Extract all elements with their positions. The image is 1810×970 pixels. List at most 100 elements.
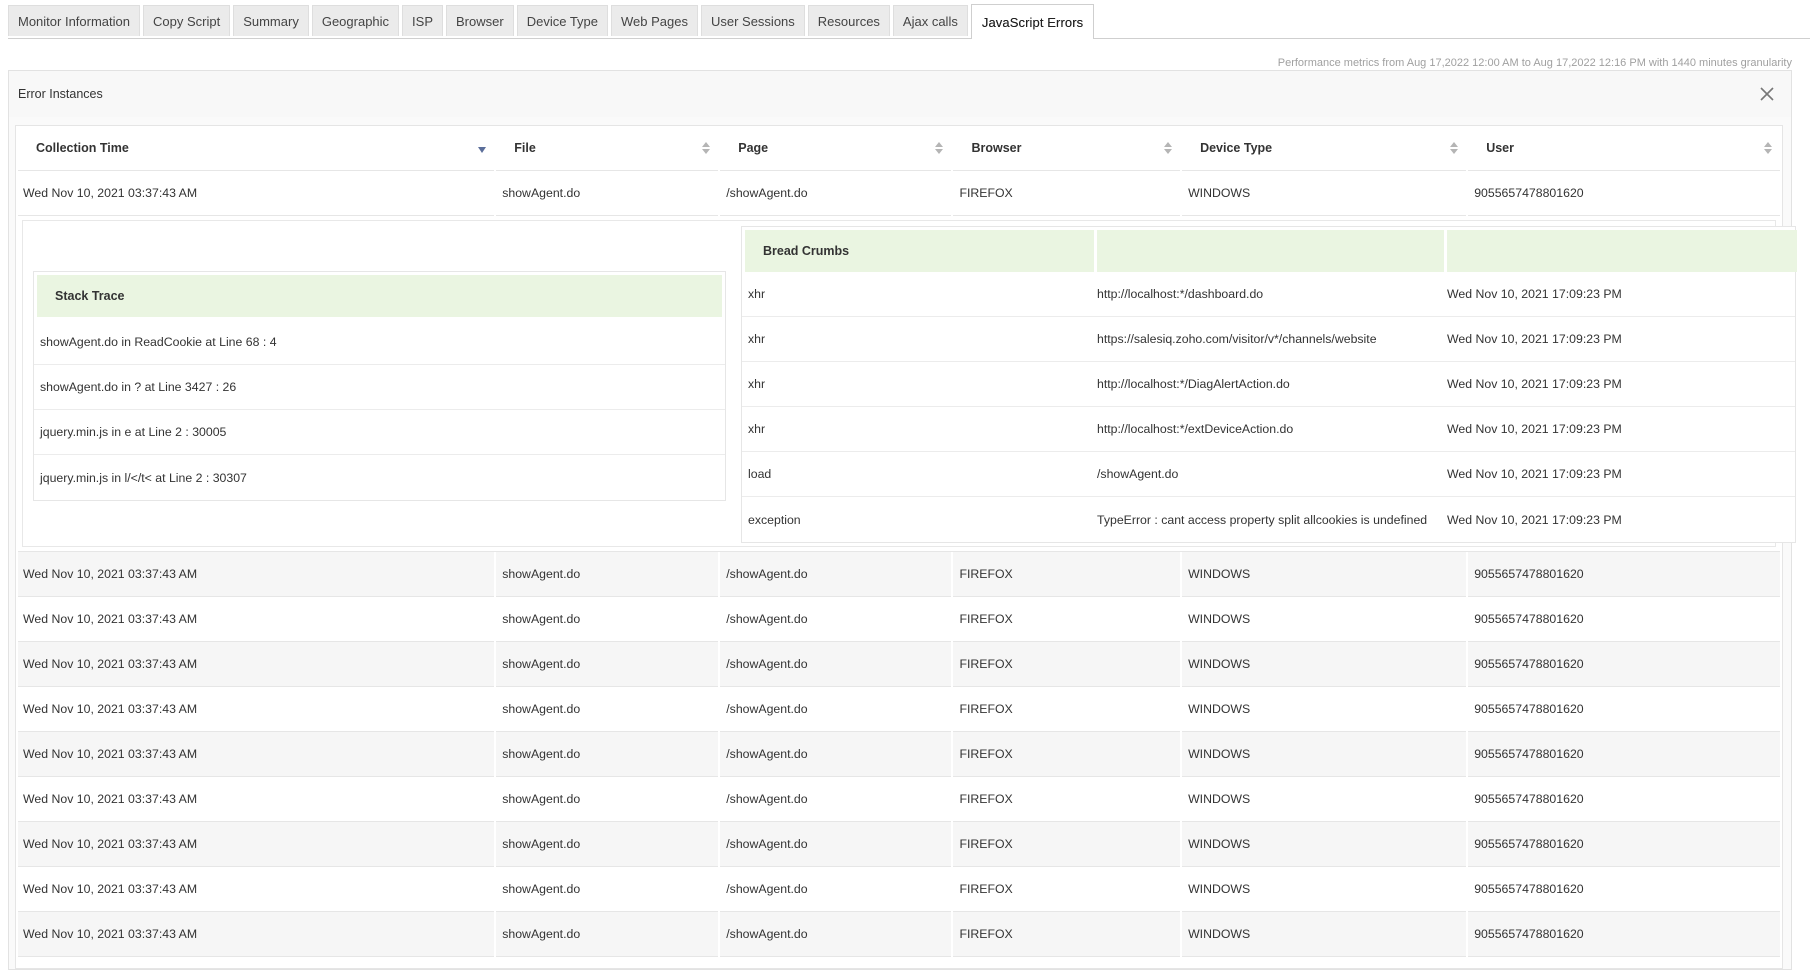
sort-descending-icon[interactable] (478, 142, 487, 154)
close-icon[interactable] (1755, 82, 1779, 106)
cell-user: 9055657478801620 (1468, 552, 1780, 597)
bread-crumb-detail: http://localhost:*/DiagAlertAction.do (1097, 377, 1290, 391)
bread-crumb-detail: /showAgent.do (1097, 467, 1179, 481)
tab-device-type[interactable]: Device Type (516, 5, 608, 36)
cell-file: showAgent.do (496, 687, 719, 732)
cell-browser: FIREFOX (953, 732, 1181, 777)
cell-user: 9055657478801620 (1468, 912, 1780, 957)
cell-user: 9055657478801620 (1468, 171, 1780, 216)
tab-label: Copy Script (153, 13, 221, 29)
column-header-page[interactable]: Page (720, 126, 952, 171)
stack-trace-section: Stack Trace showAgent.do in ReadCookie at… (33, 271, 726, 501)
bread-crumb-time: Wed Nov 10, 2021 17:09:23 PM (1447, 422, 1622, 436)
cell-collection-time: Wed Nov 10, 2021 03:37:43 AM (18, 732, 495, 777)
tab-label: Summary (243, 13, 299, 29)
performance-metrics-note: Performance metrics from Aug 17,2022 12:… (1277, 57, 1792, 69)
bread-crumb-type: xhr (748, 287, 766, 301)
column-header-label: Browser (971, 141, 1022, 155)
stack-trace-line: jquery.min.js in e at Line 2 : 30005 (34, 410, 725, 455)
cell-file: showAgent.do (496, 822, 719, 867)
tab-geographic[interactable]: Geographic (311, 5, 400, 36)
tab-label: Web Pages (621, 13, 688, 29)
bread-crumb-time: Wed Nov 10, 2021 17:09:23 PM (1447, 467, 1622, 481)
bread-crumb-row: xhr http://localhost:*/dashboard.do Wed No… (742, 272, 1795, 317)
sort-icon[interactable] (1164, 142, 1173, 154)
cell-file: showAgent.do (496, 867, 719, 912)
cell-user: 9055657478801620 (1468, 642, 1780, 687)
bread-crumb-time: Wed Nov 10, 2021 17:09:23 PM (1447, 512, 1622, 527)
cell-page: /showAgent.do (720, 822, 952, 867)
table-row-expanded[interactable]: Wed Nov 10, 2021 03:37:43 AM showAgent.do… (18, 171, 1780, 216)
table-row[interactable]: Wed Nov 10, 2021 03:37:43 AM showAgent.do… (18, 912, 1780, 957)
cell-browser: FIREFOX (953, 867, 1181, 912)
tab-label: Ajax calls (902, 13, 958, 29)
sort-icon[interactable] (935, 142, 944, 154)
tab-copy-script[interactable]: Copy Script (143, 5, 231, 36)
tab-label: JavaScript Errors (981, 14, 1084, 30)
table-row[interactable]: Wed Nov 10, 2021 03:37:43 AM showAgent.do… (18, 552, 1780, 597)
tab-user-sessions[interactable]: User Sessions (700, 5, 805, 36)
panel-title: Error Instances (18, 87, 103, 101)
tab-summary[interactable]: Summary (233, 5, 309, 36)
bread-crumb-time: Wed Nov 10, 2021 17:09:23 PM (1447, 377, 1622, 391)
column-header-label: Device Type (1200, 141, 1273, 155)
bread-crumbs-header-blank (1447, 230, 1797, 272)
tab-label: Monitor Information (18, 13, 130, 29)
cell-browser: FIREFOX (953, 552, 1181, 597)
tab-label: User Sessions (710, 13, 795, 29)
cell-page: /showAgent.do (720, 912, 952, 957)
error-detail-cell: Stack Trace showAgent.do in ReadCookie at… (18, 216, 1797, 552)
bread-crumb-type: xhr (748, 332, 766, 346)
sort-icon[interactable] (702, 142, 711, 154)
table-row[interactable]: Wed Nov 10, 2021 03:37:43 AM showAgent.do… (18, 597, 1780, 642)
table-row[interactable]: Wed Nov 10, 2021 03:37:43 AM showAgent.do… (18, 642, 1780, 687)
column-header-file[interactable]: File (496, 126, 719, 171)
tab-browser[interactable]: Browser (446, 5, 514, 36)
column-header-device-type[interactable]: Device Type (1182, 126, 1467, 171)
cell-page: /showAgent.do (720, 552, 952, 597)
bread-crumb-detail: TypeError : cant access property split a… (1097, 512, 1428, 527)
error-instances-panel: Error Instances Collection Time File Page B… (8, 70, 1797, 970)
cell-page: /showAgent.do (720, 777, 952, 822)
column-header-collection-time[interactable]: Collection Time (18, 126, 495, 171)
tab-web-pages[interactable]: Web Pages (611, 5, 698, 36)
stack-trace-header: Stack Trace (37, 275, 722, 317)
cell-device-type: WINDOWS (1182, 687, 1467, 732)
error-detail-row: Stack Trace showAgent.do in ReadCookie at… (18, 216, 1797, 552)
stack-trace-line: showAgent.do in ReadCookie at Line 68 : … (34, 320, 725, 365)
table-row[interactable]: Wed Nov 10, 2021 03:37:43 AM showAgent.do… (18, 687, 1780, 732)
cell-collection-time: Wed Nov 10, 2021 03:37:43 AM (18, 171, 495, 216)
table-row[interactable]: Wed Nov 10, 2021 03:37:43 AM showAgent.do… (18, 732, 1780, 777)
bread-crumb-row: xhr https://salesiq.zoho.com/visitor/v*/c… (742, 317, 1795, 362)
bread-crumb-row: exception TypeError : cant access propert… (742, 497, 1795, 542)
column-header-browser[interactable]: Browser (953, 126, 1181, 171)
sort-icon[interactable] (1450, 142, 1459, 154)
cell-browser: FIREFOX (953, 597, 1181, 642)
column-header-user[interactable]: User (1468, 126, 1780, 171)
bread-crumb-type: xhr (748, 422, 766, 436)
cell-collection-time: Wed Nov 10, 2021 03:37:43 AM (18, 777, 495, 822)
bread-crumb-row: xhr http://localhost:*/extDeviceAction.do… (742, 407, 1795, 452)
table-row[interactable]: Wed Nov 10, 2021 03:37:43 AM showAgent.do… (18, 867, 1780, 912)
bread-crumb-row: xhr http://localhost:*/DiagAlertAction.do… (742, 362, 1795, 407)
bread-crumb-type: load (748, 467, 772, 481)
bread-crumb-detail: http://localhost:*/dashboard.do (1097, 287, 1264, 301)
tab-monitor-information[interactable]: Monitor Information (8, 5, 140, 36)
cell-page: /showAgent.do (720, 867, 952, 912)
tab-resources[interactable]: Resources (807, 5, 890, 36)
cell-device-type: WINDOWS (1182, 912, 1467, 957)
tab-javascript-errors[interactable]: JavaScript Errors (970, 4, 1095, 39)
bread-crumbs-section: Bread Crumbs xhr http://localhost:*/dashbo… (741, 226, 1797, 543)
table-row[interactable]: Wed Nov 10, 2021 03:37:43 AM showAgent.do… (18, 777, 1780, 822)
tab-ajax-calls[interactable]: Ajax calls (892, 5, 968, 36)
cell-user: 9055657478801620 (1468, 822, 1780, 867)
stack-trace-line: jquery.min.js in l/</t< at Line 2 : 3030… (40, 470, 247, 485)
bread-crumbs-title: Bread Crumbs (745, 230, 1094, 272)
tab-isp[interactable]: ISP (402, 5, 444, 36)
table-row[interactable]: Wed Nov 10, 2021 03:37:43 AM showAgent.do… (18, 822, 1780, 867)
column-header-label: User (1486, 141, 1514, 155)
sort-icon[interactable] (1764, 142, 1772, 154)
tab-label: ISP (412, 13, 434, 29)
error-detail: Stack Trace showAgent.do in ReadCookie at… (22, 220, 1797, 547)
cell-file: showAgent.do (496, 597, 719, 642)
